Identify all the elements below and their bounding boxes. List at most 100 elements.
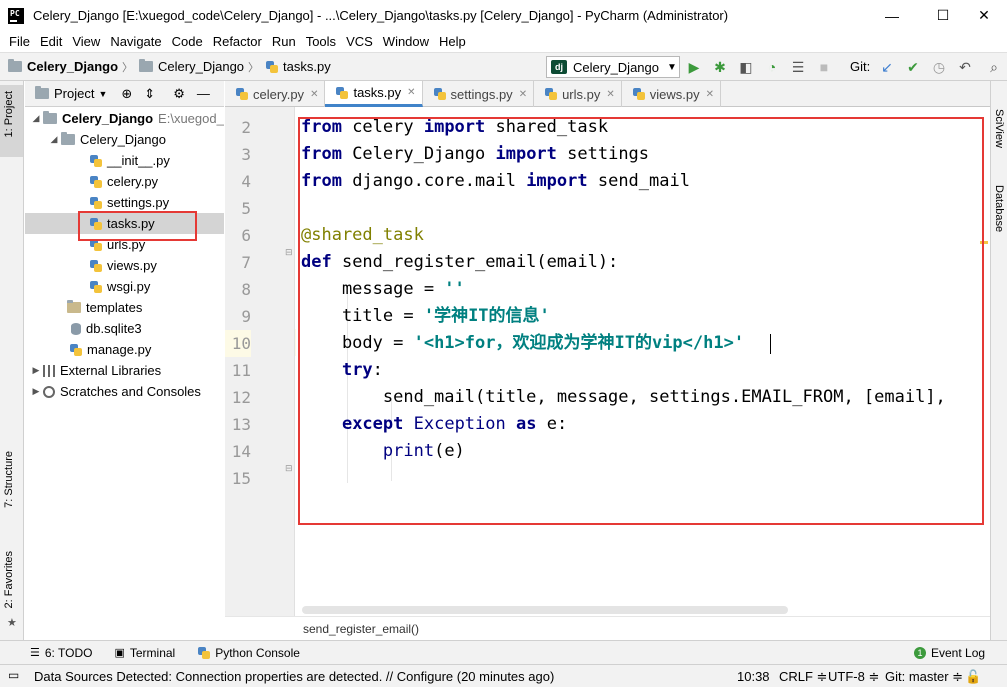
- tree-item-external-libraries[interactable]: ▶ External Libraries: [25, 360, 224, 381]
- tree-path: E:\xuegod_: [158, 111, 224, 126]
- line-number: 5: [241, 199, 251, 218]
- debug-icon[interactable]: ✱: [711, 58, 729, 76]
- tree-item-wsgi[interactable]: wsgi.py: [25, 276, 224, 297]
- menu-navigate[interactable]: Navigate: [105, 34, 166, 49]
- tree-item-init[interactable]: __init__.py: [25, 150, 224, 171]
- coverage-icon[interactable]: ◧: [737, 58, 755, 76]
- tab-urls-py[interactable]: urls.py ✕: [534, 81, 622, 107]
- breadcrumb-file[interactable]: tasks.py: [265, 59, 331, 74]
- concurrency-icon[interactable]: ☰: [789, 58, 807, 76]
- menu-tools[interactable]: Tools: [301, 34, 341, 49]
- expanded-arrow-icon: ◢: [50, 134, 58, 144]
- tree-item-scratches[interactable]: ▶ Scratches and Consoles: [25, 381, 224, 402]
- close-icon[interactable]: ✕: [519, 89, 527, 100]
- profile-icon[interactable]: ◔: [763, 58, 781, 76]
- tree-item-celery[interactable]: celery.py: [25, 171, 224, 192]
- close-icon[interactable]: ✕: [407, 87, 415, 98]
- menu-window[interactable]: Window: [378, 34, 434, 49]
- tab-tasks-py[interactable]: tasks.py ✕: [325, 81, 423, 107]
- breadcrumb-label: Celery_Django: [158, 59, 245, 74]
- menu-help[interactable]: Help: [434, 34, 471, 49]
- gear-icon[interactable]: ⚙: [173, 86, 185, 102]
- collapsed-arrow-icon: ▶: [32, 365, 40, 375]
- tab-structure[interactable]: 7: Structure: [3, 451, 15, 508]
- close-icon[interactable]: ✕: [606, 89, 614, 100]
- status-message[interactable]: Data Sources Detected: Connection proper…: [34, 669, 554, 684]
- horizontal-scrollbar[interactable]: [302, 606, 788, 614]
- breadcrumb-label: Celery_Django: [27, 59, 119, 74]
- caret-position[interactable]: 10:38: [737, 669, 770, 684]
- todo-tool-button[interactable]: ☰ 6: TODO: [30, 646, 92, 660]
- tab-favorites[interactable]: 2: Favorites: [3, 551, 15, 608]
- terminal-tool-button[interactable]: ▣ Terminal: [114, 646, 175, 660]
- python-file-icon: [265, 60, 279, 74]
- close-icon[interactable]: ✕: [706, 89, 714, 100]
- tab-views-py[interactable]: views.py ✕: [622, 81, 722, 107]
- menu-run[interactable]: Run: [267, 34, 301, 49]
- git-history-icon[interactable]: ◷: [930, 58, 948, 76]
- lock-icon[interactable]: 🔓: [965, 669, 981, 685]
- status-icon[interactable]: ▭: [8, 668, 19, 682]
- menu-view[interactable]: View: [67, 34, 105, 49]
- search-icon[interactable]: ⌕: [985, 58, 1003, 76]
- menu-vcs[interactable]: VCS: [341, 34, 378, 49]
- fold-icon[interactable]: ⊟: [285, 463, 293, 474]
- menu-edit[interactable]: Edit: [35, 34, 67, 49]
- line-number: 4: [241, 172, 251, 191]
- line-number: 13: [231, 415, 251, 434]
- function-breadcrumb[interactable]: send_register_email(): [225, 616, 990, 640]
- tab-label: views.py: [649, 86, 700, 102]
- minimize-button[interactable]: —: [869, 0, 915, 31]
- stop-icon[interactable]: ■: [815, 58, 833, 76]
- undo-icon[interactable]: ↶: [956, 58, 974, 76]
- line-number-current: 10: [225, 330, 251, 357]
- tree-item-views[interactable]: views.py: [25, 255, 224, 276]
- menu-code[interactable]: Code: [167, 34, 208, 49]
- collapse-icon[interactable]: ⇕: [144, 86, 155, 102]
- list-icon: ☰: [30, 647, 40, 659]
- bottom-tool-bar: ☰ 6: TODO ▣ Terminal Python Console 1 Ev…: [0, 640, 1007, 664]
- python-console-tool-button[interactable]: Python Console: [197, 646, 300, 660]
- git-update-icon[interactable]: ↙: [878, 58, 896, 76]
- chevron-down-icon[interactable]: ▼: [98, 89, 107, 99]
- menu-refactor[interactable]: Refactor: [208, 34, 267, 49]
- tree-item-db[interactable]: db.sqlite3: [25, 318, 224, 339]
- fold-icon[interactable]: ⊟: [285, 247, 293, 258]
- tab-project[interactable]: 1: Project: [3, 91, 15, 137]
- close-button[interactable]: ✕: [961, 0, 1007, 31]
- event-log-tool-button[interactable]: 1 Event Log: [914, 646, 985, 660]
- tab-label: tasks.py: [353, 85, 402, 100]
- breadcrumb-project[interactable]: Celery_Django: [8, 59, 118, 74]
- tree-item-templates[interactable]: templates: [25, 297, 224, 318]
- maximize-button[interactable]: ☐: [920, 0, 966, 31]
- tab-sciview[interactable]: SciView: [993, 109, 1005, 148]
- git-commit-icon[interactable]: ✔: [904, 58, 922, 76]
- tool-label: Terminal: [129, 645, 176, 660]
- tab-database[interactable]: Database: [993, 185, 1005, 232]
- line-number: 6: [241, 226, 251, 245]
- git-branch[interactable]: Git: master ≑: [885, 669, 963, 685]
- python-file-icon: [335, 86, 349, 100]
- breadcrumb-package[interactable]: Celery_Django: [139, 59, 244, 74]
- target-icon[interactable]: ⊕: [121, 86, 132, 102]
- tree-item-manage[interactable]: manage.py: [25, 339, 224, 360]
- menu-file[interactable]: File: [4, 34, 35, 49]
- pycharm-app-icon: PC: [8, 7, 24, 24]
- line-separator[interactable]: CRLF ≑: [779, 669, 827, 685]
- tree-label: celery.py: [107, 174, 159, 189]
- run-configuration-select[interactable]: dj Celery_Django ▼: [546, 56, 680, 78]
- tree-item-package[interactable]: ◢ Celery_Django: [25, 129, 224, 150]
- breadcrumb-label: tasks.py: [283, 59, 331, 74]
- tree-item-settings[interactable]: settings.py: [25, 192, 224, 213]
- folder-icon: [61, 132, 75, 145]
- file-encoding[interactable]: UTF-8 ≑: [828, 669, 879, 685]
- tab-settings-py[interactable]: settings.py ✕: [423, 81, 535, 107]
- hide-icon[interactable]: —: [197, 86, 210, 101]
- collapsed-arrow-icon: ▶: [32, 386, 40, 396]
- tree-item-root[interactable]: ◢ Celery_Django E:\xuegod_: [25, 108, 224, 129]
- close-icon[interactable]: ✕: [310, 89, 318, 100]
- project-view-select[interactable]: Project: [54, 86, 94, 101]
- highlight-box-code: [298, 117, 984, 525]
- tab-celery-py[interactable]: celery.py ✕: [225, 81, 326, 107]
- run-icon[interactable]: ▶: [685, 58, 703, 76]
